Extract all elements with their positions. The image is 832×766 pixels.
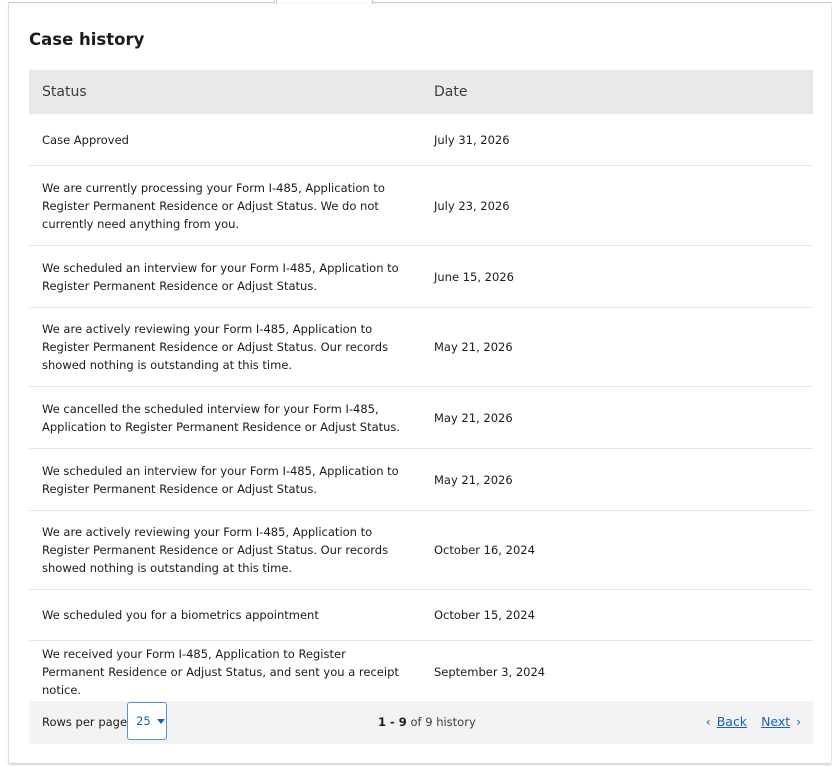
total-count: 9 xyxy=(425,715,433,729)
row-date: June 15, 2026 xyxy=(434,269,514,284)
of-text: of xyxy=(406,715,426,729)
range-start: 1 xyxy=(378,715,387,729)
caret-down-icon xyxy=(156,718,165,724)
row-date: October 15, 2024 xyxy=(434,608,535,622)
range-end: 9 xyxy=(398,715,407,729)
row-status: Case Approved xyxy=(42,132,129,147)
case-history-table: Status Date Case Approved July 31, 2026 … xyxy=(29,70,813,702)
header-date: Date xyxy=(434,84,468,100)
row-status: We scheduled an interview for your Form … xyxy=(42,260,399,293)
chevron-right-icon[interactable]: › xyxy=(796,715,801,729)
row-status: We are currently processing your Form I-… xyxy=(42,180,385,231)
row-date: May 21, 2026 xyxy=(434,340,513,354)
row-date: May 21, 2026 xyxy=(434,472,513,487)
table-row: We cancelled the scheduled interview for… xyxy=(29,387,813,449)
range-separator: - xyxy=(386,715,399,729)
table-row: We received your Form I-485, Application… xyxy=(29,641,813,702)
table-row: We scheduled an interview for your Form … xyxy=(29,449,813,511)
table-row: We are actively reviewing your Form I-48… xyxy=(29,511,813,590)
table-row: We are actively reviewing your Form I-48… xyxy=(29,308,813,387)
row-status: We scheduled you for a biometrics appoin… xyxy=(42,608,319,622)
table-row: We are currently processing your Form I-… xyxy=(29,166,813,246)
row-status: We are actively reviewing your Form I-48… xyxy=(42,322,389,372)
rows-per-page-value: 25 xyxy=(136,714,151,728)
table-row: Case Approved July 31, 2026 xyxy=(29,114,813,166)
row-status: We received your Form I-485, Application… xyxy=(42,646,399,697)
rows-per-page-label: Rows per page: xyxy=(42,715,131,729)
section-title: Case history xyxy=(29,30,145,49)
rows-per-page-select[interactable]: 25 xyxy=(127,702,167,740)
header-status: Status xyxy=(42,84,87,100)
pagination-bar: Rows per page: 25 1 - 9 of 9 history ‹ B… xyxy=(29,701,813,744)
table-header: Status Date xyxy=(29,70,813,114)
tab-strip-rest xyxy=(373,0,832,3)
back-link[interactable]: Back xyxy=(717,714,747,729)
row-status: We scheduled an interview for your Form … xyxy=(42,463,399,496)
pagination-nav: ‹ Back Next › xyxy=(706,714,801,729)
row-date: October 16, 2024 xyxy=(434,543,535,557)
row-date: July 31, 2026 xyxy=(434,132,510,147)
table-row: We scheduled you for a biometrics appoin… xyxy=(29,590,813,641)
count-unit: history xyxy=(432,715,476,729)
chevron-left-icon[interactable]: ‹ xyxy=(706,715,711,729)
row-date: September 3, 2024 xyxy=(434,664,546,679)
pagination-count: 1 - 9 of 9 history xyxy=(378,715,476,729)
row-date: May 21, 2026 xyxy=(434,410,513,425)
table-row: We scheduled an interview for your Form … xyxy=(29,246,813,308)
row-date: July 23, 2026 xyxy=(434,198,510,213)
next-link[interactable]: Next xyxy=(761,714,790,729)
row-status: We are actively reviewing your Form I-48… xyxy=(42,525,389,575)
row-status: We cancelled the scheduled interview for… xyxy=(42,401,401,434)
tab-inactive-left[interactable] xyxy=(8,0,275,3)
